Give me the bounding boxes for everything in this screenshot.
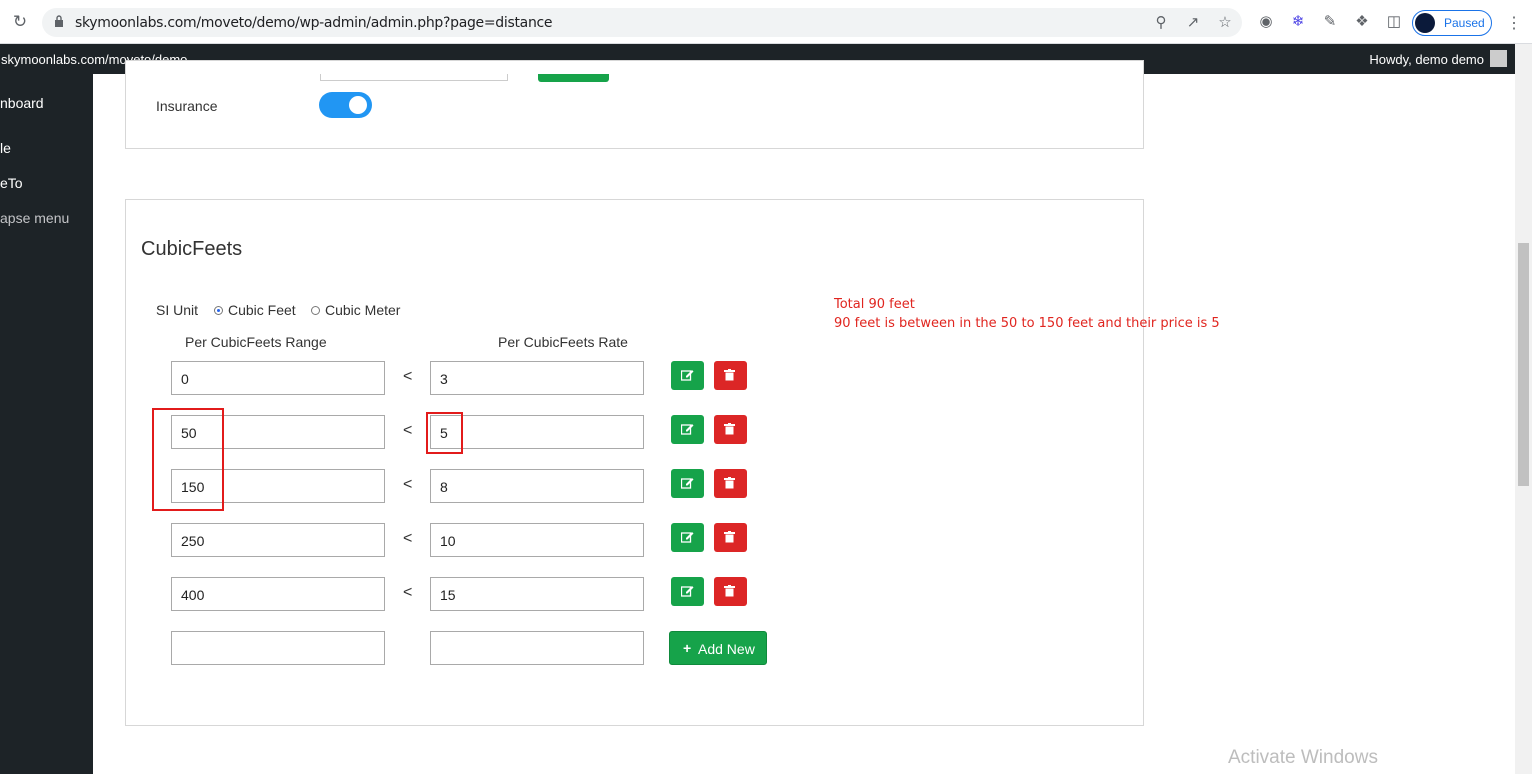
trash-icon (724, 369, 735, 381)
new-range-input[interactable] (171, 631, 385, 665)
page-scrollbar[interactable] (1515, 44, 1532, 774)
share-icon[interactable]: ↗ (1184, 14, 1202, 32)
edit-button[interactable] (671, 523, 704, 552)
annotation-total: Total 90 feet (834, 297, 915, 312)
edit-button[interactable] (671, 361, 704, 390)
less-than-sign: < (403, 368, 413, 385)
less-than-sign: < (403, 584, 413, 601)
range-column-header: Per CubicFeets Range (185, 334, 327, 350)
edit-icon (681, 586, 694, 597)
toggle-knob (349, 96, 367, 114)
delete-button[interactable] (714, 469, 747, 498)
radio-cubic-feet[interactable] (214, 306, 223, 315)
option-cubic-meter-label[interactable]: Cubic Meter (325, 302, 400, 318)
less-than-sign: < (403, 530, 413, 547)
less-than-sign: < (403, 422, 413, 439)
highlight-range-box (152, 408, 224, 511)
trash-icon (724, 531, 735, 543)
section-title: CubicFeets (141, 238, 243, 260)
profile-status: Paused (1444, 16, 1485, 30)
kebab-menu-icon[interactable]: ⋮ (1506, 13, 1522, 33)
scrollbar-thumb[interactable] (1518, 243, 1529, 486)
delete-button[interactable] (714, 361, 747, 390)
rate-input[interactable]: 15 (430, 577, 644, 611)
browser-toolbar: ↻ skymoonlabs.com/moveto/demo/wp-admin/a… (0, 0, 1532, 44)
trash-icon (724, 477, 735, 489)
range-input[interactable]: 250 (171, 523, 385, 557)
edit-button[interactable] (671, 469, 704, 498)
delete-button[interactable] (714, 577, 747, 606)
range-input[interactable]: 400 (171, 577, 385, 611)
howdy-link[interactable]: Howdy, demo demo (1369, 52, 1484, 67)
radio-cubic-meter[interactable] (311, 306, 320, 315)
delete-button[interactable] (714, 523, 747, 552)
highlight-rate-box (426, 412, 463, 454)
reload-icon[interactable]: ↻ (10, 12, 30, 32)
insurance-label: Insurance (156, 98, 218, 114)
profile-button[interactable]: Paused (1412, 10, 1492, 36)
admin-sidebar: nboard le eTo apse menu (0, 74, 93, 774)
new-rate-input[interactable] (430, 631, 644, 665)
edit-button[interactable] (671, 415, 704, 444)
user-avatar[interactable] (1490, 50, 1507, 67)
sidebar-item-profile[interactable]: le (0, 140, 11, 156)
partial-save-button[interactable] (538, 74, 609, 82)
eyedropper-icon[interactable]: ✎ (1321, 13, 1339, 31)
address-bar[interactable]: skymoonlabs.com/moveto/demo/wp-admin/adm… (42, 8, 1242, 37)
option-cubic-feet-label[interactable]: Cubic Feet (228, 302, 296, 318)
edit-icon (681, 370, 694, 381)
puzzle-icon[interactable]: ❖ (1353, 13, 1371, 31)
url-text[interactable]: skymoonlabs.com/moveto/demo/wp-admin/adm… (75, 15, 553, 31)
rate-input[interactable]: 8 (430, 469, 644, 503)
sidebar-collapse-menu[interactable]: apse menu (0, 210, 69, 226)
trash-icon (724, 585, 735, 597)
edit-icon (681, 424, 694, 435)
edit-icon (681, 478, 694, 489)
delete-button[interactable] (714, 415, 747, 444)
less-than-sign: < (403, 476, 413, 493)
avatar (1415, 13, 1435, 33)
insurance-toggle[interactable] (319, 92, 372, 118)
rate-input[interactable]: 10 (430, 523, 644, 557)
lock-icon (55, 15, 63, 27)
key-icon[interactable]: ⚲ (1152, 14, 1170, 32)
camera-icon[interactable]: ◉ (1257, 13, 1275, 31)
add-new-label: Add New (698, 641, 755, 657)
partial-input[interactable] (320, 74, 508, 81)
edit-icon (681, 532, 694, 543)
sidebar-item-moveto[interactable]: eTo (0, 175, 23, 191)
settings-panel (125, 60, 1144, 149)
rate-input[interactable]: 3 (430, 361, 644, 395)
star-icon[interactable]: ☆ (1216, 14, 1234, 32)
annotation-explanation: 90 feet is between in the 50 to 150 feet… (834, 316, 1220, 331)
rate-column-header: Per CubicFeets Rate (498, 334, 628, 350)
activate-windows-watermark: Activate Windows (1228, 747, 1378, 768)
add-new-button[interactable]: + Add New (669, 631, 767, 665)
sidebar-item-dashboard[interactable]: nboard (0, 95, 44, 111)
trash-icon (724, 423, 735, 435)
range-input[interactable]: 0 (171, 361, 385, 395)
si-unit-label: SI Unit (156, 302, 199, 318)
plus-icon: + (683, 640, 692, 656)
snowflake-icon[interactable]: ❄ (1289, 13, 1307, 31)
edit-button[interactable] (671, 577, 704, 606)
sidepanel-icon[interactable]: ◫ (1385, 13, 1403, 31)
